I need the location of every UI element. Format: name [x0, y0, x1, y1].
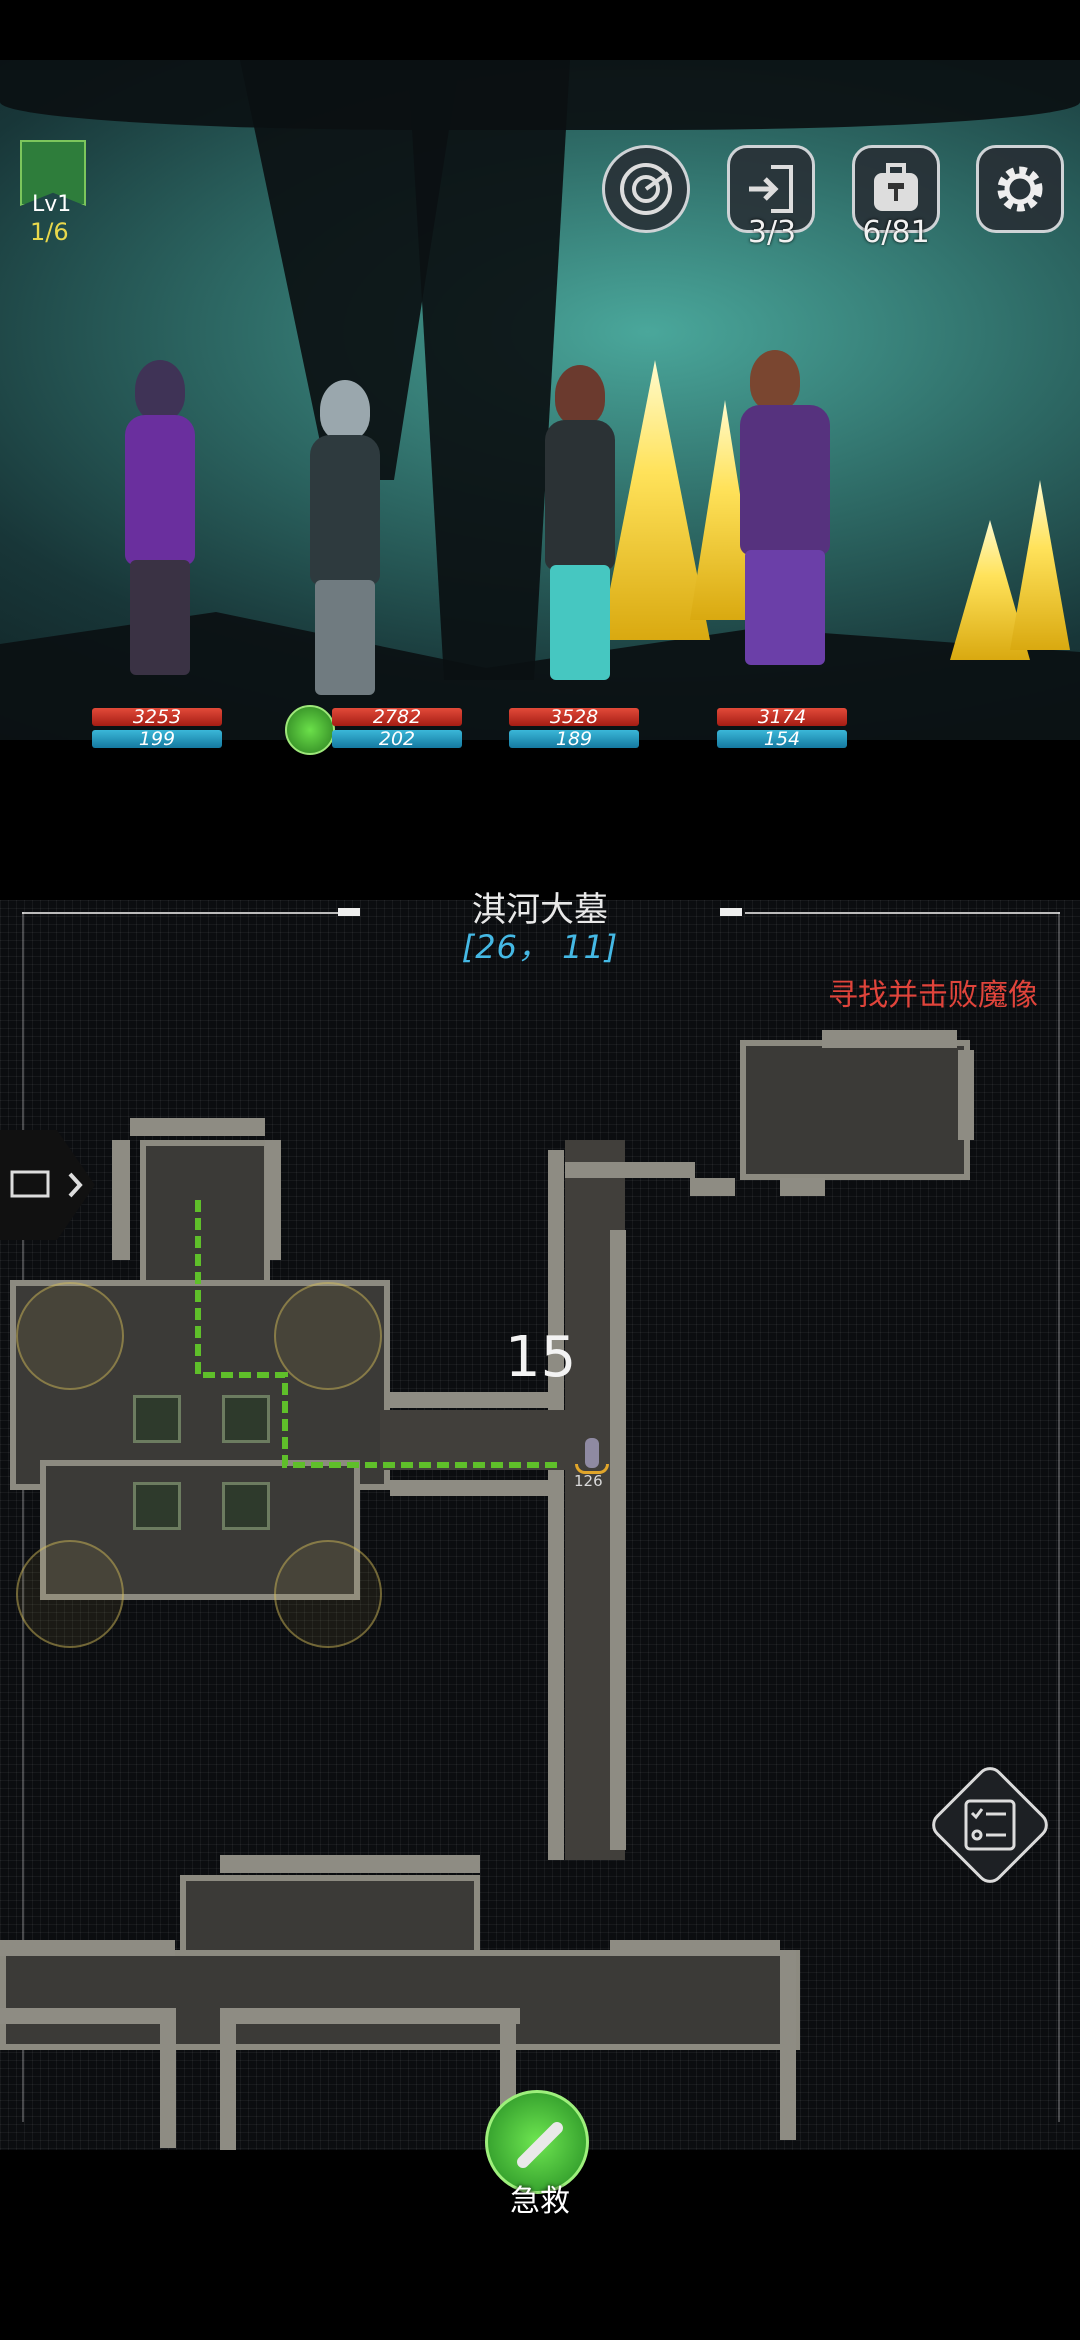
- hero-3-stats: 3528 189: [509, 708, 639, 749]
- hero-4[interactable]: [715, 350, 865, 670]
- hero-2[interactable]: [285, 380, 405, 700]
- mp-bar: 202: [332, 730, 462, 749]
- checklist-icon: [964, 1799, 1016, 1851]
- player-level: Lv1: [32, 192, 72, 217]
- exit-count: 3/3: [747, 215, 797, 250]
- radar-icon: [620, 163, 672, 215]
- corridor-south: [0, 1950, 800, 2050]
- hero-1[interactable]: [100, 360, 220, 680]
- step-count: 15: [505, 1325, 577, 1390]
- mp-bar: 154: [717, 730, 847, 749]
- dungeon-map[interactable]: 126: [0, 900, 1080, 2150]
- player-progress: 1/6: [30, 218, 69, 246]
- hero-1-stats: 3253 199: [92, 708, 222, 749]
- quest-objective[interactable]: 寻找并击败魔像: [828, 970, 1068, 1014]
- hp-bar: 2782: [332, 708, 462, 727]
- map-coordinates: [26， 11]: [461, 928, 619, 966]
- syringe-buff-icon: [285, 705, 335, 755]
- backpack-icon: [874, 163, 918, 211]
- exit-door-icon: [749, 165, 793, 213]
- level-badge[interactable]: Lv1 1/6: [20, 140, 90, 246]
- hp-bar: 3528: [509, 708, 639, 727]
- mp-bar: 199: [92, 730, 222, 749]
- hp-bar: 3253: [92, 708, 222, 727]
- hero-2-stats: 2782 202: [332, 708, 462, 749]
- marker-label: 126: [574, 1472, 603, 1490]
- rescue-label: 急救: [510, 2184, 570, 2219]
- settings-button[interactable]: [976, 145, 1064, 233]
- hp-bar: 3174: [717, 708, 847, 727]
- bag-count: 6/81: [862, 215, 930, 250]
- radar-button[interactable]: [602, 145, 690, 233]
- hero-3[interactable]: [520, 365, 640, 685]
- gear-icon: [997, 166, 1043, 212]
- mp-bar: 189: [509, 730, 639, 749]
- hero-4-stats: 3174 154: [717, 708, 847, 749]
